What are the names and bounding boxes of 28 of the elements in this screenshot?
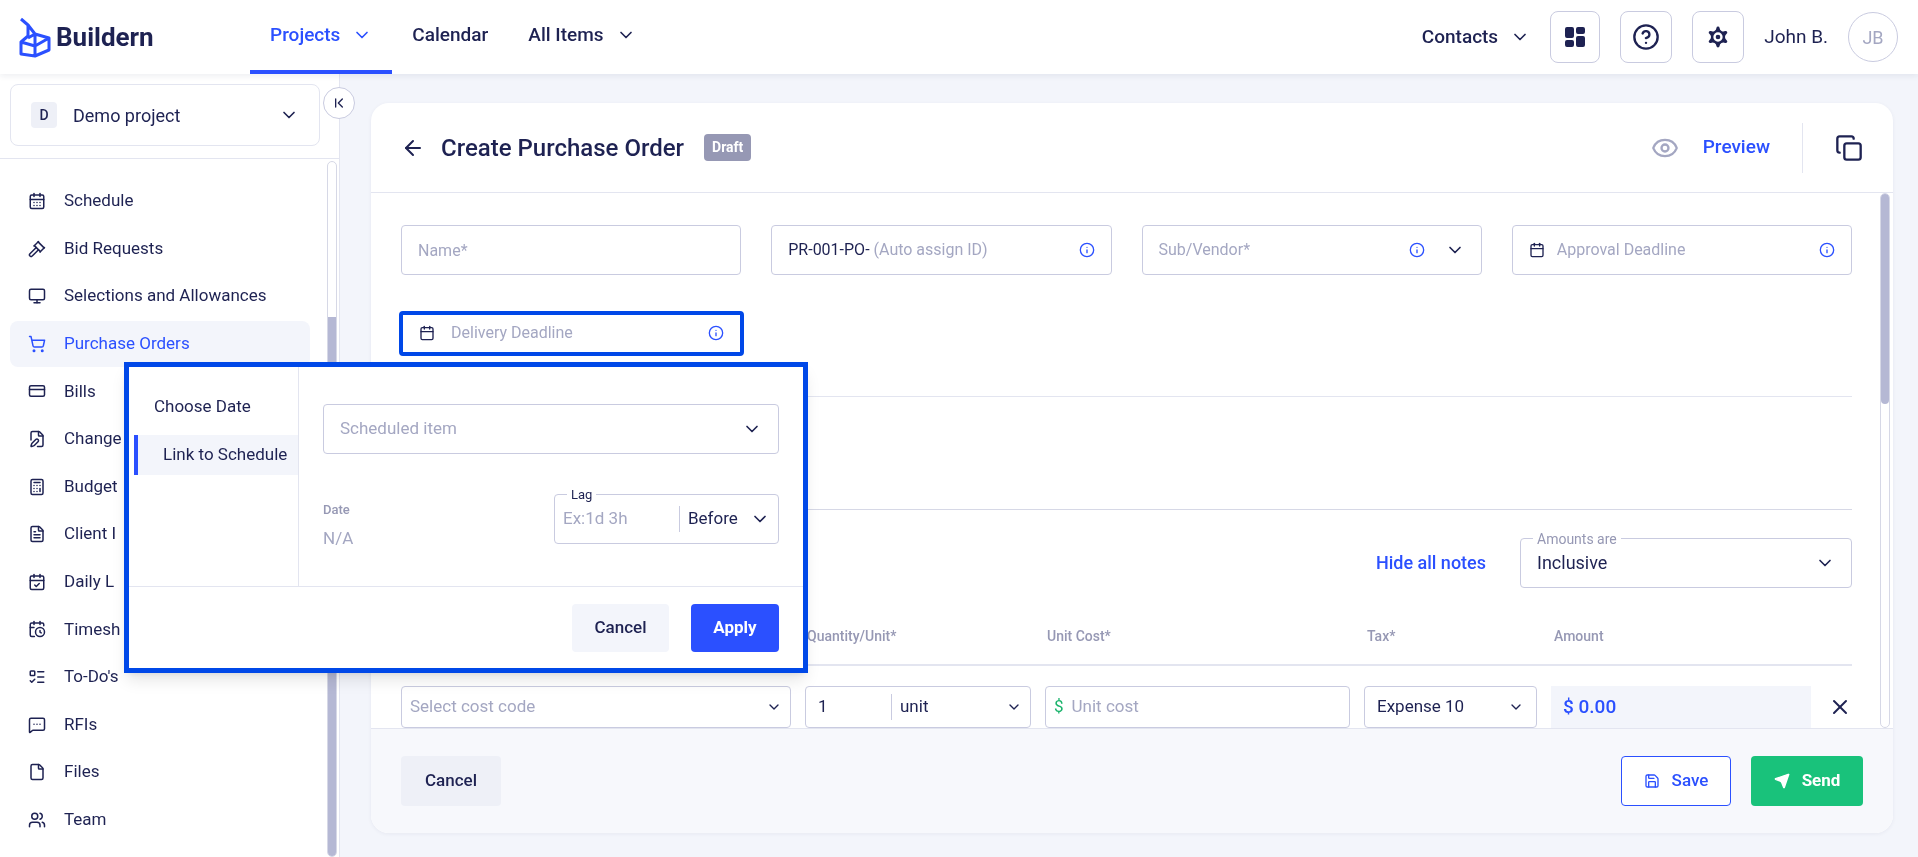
page-title: Create Purchase Order [441, 132, 685, 164]
user-name: John B. [1764, 23, 1828, 50]
column-header: Quantity/Unit* [807, 627, 898, 647]
currency-symbol: $ [1054, 695, 1064, 719]
date-placeholder: Approval Deadline [1556, 239, 1687, 261]
status-badge: Draft [704, 134, 752, 161]
tax-value: Expense 10 [1377, 695, 1466, 719]
date-label: Date [323, 501, 351, 519]
id-prefix: PR-001-PO- [788, 239, 870, 261]
quantity-value: 1 [806, 694, 892, 720]
lag-placeholder: Ex:1d 3h [555, 506, 680, 532]
date-value: N/A [323, 526, 355, 550]
unit-value: unit [899, 695, 930, 719]
project-badge: D [31, 102, 57, 128]
unit-cost-placeholder: Unit cost [1071, 695, 1139, 719]
scheduled-item-placeholder: Scheduled item [340, 417, 458, 441]
cost-code-placeholder: Select cost code [410, 695, 537, 719]
lag-direction: Before [687, 507, 739, 531]
column-header: Amount [1554, 627, 1604, 647]
amounts-value: Inclusive [1537, 551, 1609, 576]
logo-text: Buildern [56, 20, 154, 54]
amount-value: $ 0.00 [1551, 686, 1811, 728]
column-header: Unit Cost* [1047, 627, 1112, 647]
delivery-placeholder: Delivery Deadline [451, 322, 574, 345]
id-hint: (Auto assign ID) [873, 239, 989, 261]
vendor-placeholder: Sub/Vendor* [1158, 239, 1252, 261]
project-name: Demo project [73, 103, 182, 128]
column-header: Tax* [1367, 627, 1397, 647]
